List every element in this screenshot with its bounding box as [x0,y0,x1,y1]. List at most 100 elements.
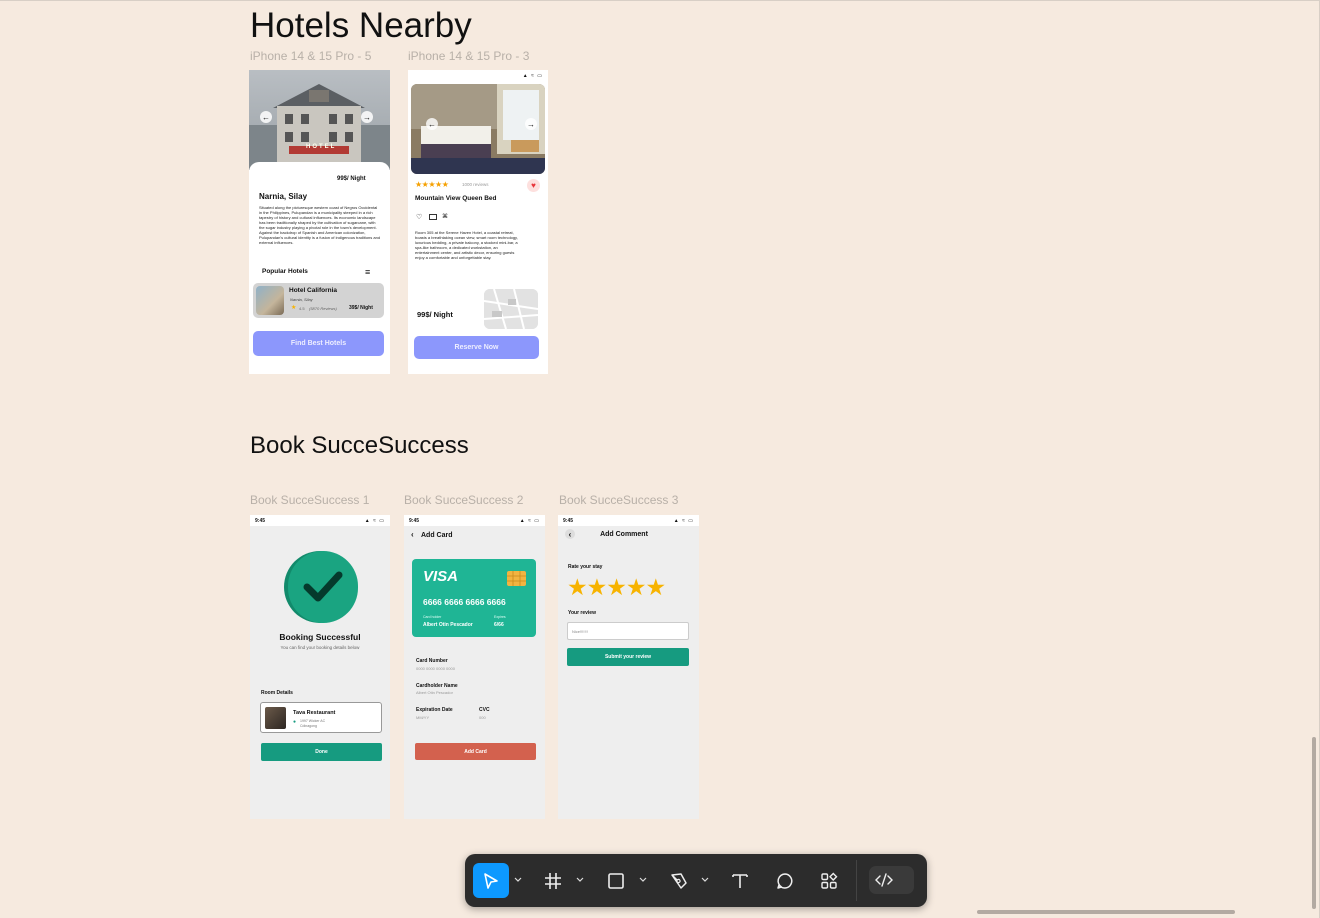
hotel-description: Situated along the picturesque western c… [259,205,381,245]
menu-icon[interactable]: ≡ [365,268,370,277]
checkmark-icon [303,571,343,602]
expiration-date-label: Expiration Date [416,707,453,713]
carousel-prev-icon[interactable]: ← [260,111,272,123]
card-expires-label: Expires [494,615,506,619]
booking-successful-title: Booking Successful [279,632,361,642]
wishlist-icon: ♡ [416,214,423,221]
restaurant-address-1: 1997 Wicker AC [300,719,326,723]
move-tool-chevron-down-icon[interactable] [514,876,522,884]
frame-add-card[interactable]: 9:45 ▲ ≈ ▭ ‹ Add Card VISA 6666 6666 666… [404,515,545,819]
dev-mode-toggle[interactable] [869,866,914,894]
reserve-now-button[interactable]: Reserve Now [414,336,539,359]
popular-hotel-card[interactable]: Hotel California Narnia, Silay ★ 4.5 (58… [253,283,384,318]
frame-label-3[interactable]: Book SucceSuccess 1 [250,493,369,507]
status-time: 9:45 [255,518,266,524]
restaurant-card[interactable]: Tava Restaurant ● 1997 Wicker AC Cdinago… [260,702,382,733]
room-map-thumbnail[interactable] [484,289,538,329]
room-rating-stars: ★★★★★ [415,180,449,189]
status-time: 9:45 [409,518,420,524]
frame-tool-icon[interactable] [535,863,571,898]
frame-label-1[interactable]: iPhone 14 & 15 Pro - 5 [250,49,371,63]
restaurant-name: Tava Restaurant [293,710,336,716]
section-title-book[interactable]: Book SucceSuccess [250,432,469,460]
comment-tool-icon[interactable] [767,863,803,898]
check-circle-icon [288,551,358,623]
pen-tool-chevron-down-icon[interactable] [701,876,709,884]
review-textarea[interactable]: Nice!!!!!!! [567,622,689,640]
cardholder-name-label: Cardholder Name [416,683,458,689]
review-text: Nice!!!!!!! [572,629,588,634]
hotel-card-name: Hotel California [289,287,338,294]
card-holder-name: Albert Otin Pescador [423,622,473,628]
visa-logo: VISA [423,568,459,585]
add-comment-header: Add Comment [600,531,648,538]
card-number-input[interactable]: 0000 0000 0000 0000 [416,666,455,671]
your-review-label: Your review [568,610,596,616]
room-details-label: Room Details [261,690,293,696]
find-best-hotels-button[interactable]: Find Best Hotels [253,331,384,356]
frame-add-comment[interactable]: 9:45 ▲ ≈ ▭ ‹ Add Comment Rate your stay … [558,515,699,819]
hotel-sign-text: HOTEL [306,144,337,150]
frame-tool-chevron-down-icon[interactable] [576,876,584,884]
status-bar-icons: ▲ ≈ ▭ [522,73,543,79]
frame-label-4[interactable]: Book SucceSuccess 2 [404,493,523,507]
card-holder-label: Card holder [423,615,442,619]
frame-room-detail[interactable]: ▲ ≈ ▭ ← → ★★★★★ 1000 reviews ♥ Mountain … [408,70,548,374]
carousel-next-icon[interactable]: → [361,111,373,123]
expiration-date-input[interactable]: MM/YY [416,715,429,720]
status-bar-icons: ▲ ≈ ▭ [519,518,540,524]
vertical-scrollbar[interactable] [1312,737,1316,909]
credit-card-preview: VISA 6666 6666 6666 6666 Card holder Alb… [412,559,536,637]
hotel-card-location: Narnia, Silay [290,297,313,302]
tv-icon [429,214,437,220]
room-name: Mountain View Queen Bed [415,195,497,202]
room-description: Room 305 at the Serene Haven Hotel, a co… [415,230,518,260]
submit-review-button[interactable]: Submit your review [567,648,689,666]
rating-stars-input[interactable]: ★★★★★ [567,575,666,599]
move-tool-icon[interactable] [473,863,509,898]
back-arrow-icon[interactable]: ‹ [411,530,414,539]
shape-tool-chevron-down-icon[interactable] [639,876,647,884]
map-illustration [484,289,538,329]
frame-label-5[interactable]: Book SucceSuccess 3 [559,493,678,507]
design-toolbar [465,854,927,907]
location-pin-icon: ● [293,719,297,725]
card-expires-value: 6/66 [494,622,504,628]
room-photo: ← → [411,84,545,174]
canvas-top-border [0,0,1320,1]
pen-tool-icon[interactable] [661,863,697,898]
section-title-hotels[interactable]: Hotels Nearby [250,6,472,46]
hotel-card-thumbnail [256,286,284,315]
room-carousel-next-icon[interactable]: → [525,118,537,130]
cardholder-name-input[interactable]: Albert Otin Pescador [416,690,453,695]
card-number-label: Card Number [416,658,448,664]
booking-successful-subtitle: You can find your booking details below [280,645,360,650]
room-price: 99$/ Night [417,310,453,319]
status-bar-icons: ▲ ≈ ▭ [364,518,385,524]
hotel-hero-image: HOTEL ← → [249,70,390,170]
restaurant-address-2: Cdinagong [300,724,317,728]
frame-booking-success[interactable]: 9:45 ▲ ≈ ▭ Booking Successful You can fi… [250,515,390,819]
actions-tool-icon[interactable] [811,863,847,898]
card-number-display: 6666 6666 6666 6666 [423,597,506,607]
horizontal-scrollbar[interactable] [977,910,1235,914]
hotel-card-price: 39$/ Night [349,305,373,311]
room-carousel-prev-icon[interactable]: ← [426,118,438,130]
hotel-card-reviews: (5870 Reviews) [309,306,337,311]
rectangle-tool-icon[interactable] [598,863,634,898]
room-review-count: 1000 reviews [462,182,489,187]
cvc-label: CVC [479,707,490,713]
rate-your-stay-label: Rate your stay [568,564,603,570]
code-icon [873,869,895,891]
add-card-header: Add Card [421,532,453,539]
hotel-price: 99$/ Night [337,176,366,182]
cvc-input[interactable]: 000 [479,715,486,720]
text-tool-icon[interactable] [722,863,758,898]
frame-label-2[interactable]: iPhone 14 & 15 Pro - 3 [408,49,529,63]
amenity-icon: ⌘ [442,214,448,220]
frame-hotel-detail[interactable]: HOTEL ← → 99$/ Night Narnia, Silay Situa… [249,70,390,374]
favorite-heart-icon[interactable]: ♥ [527,179,540,192]
add-card-button[interactable]: Add Card [415,743,536,760]
done-button[interactable]: Done [261,743,382,761]
restaurant-thumbnail [265,707,286,729]
